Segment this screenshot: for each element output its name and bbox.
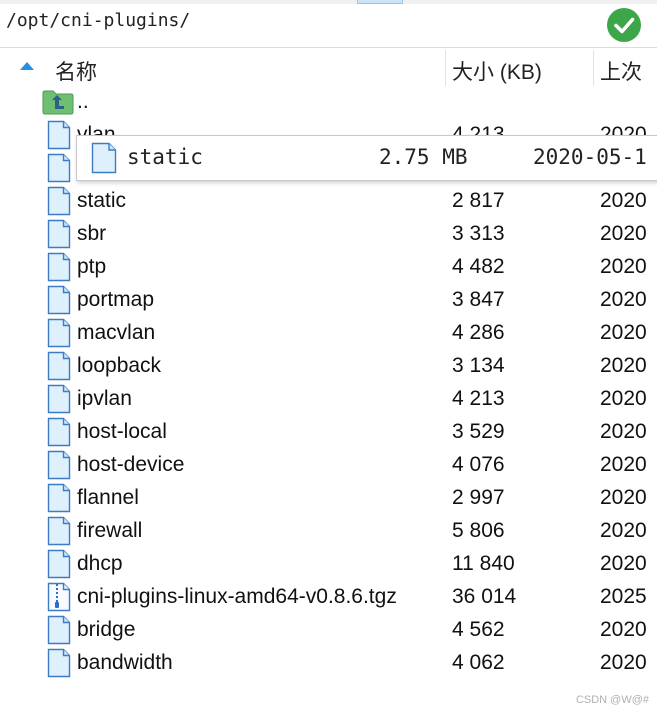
file-date: 2020 <box>600 321 647 344</box>
file-icon <box>47 615 71 645</box>
file-row[interactable]: firewall 5 806 2020 <box>0 515 657 548</box>
file-row[interactable]: sbr 3 313 2020 <box>0 218 657 251</box>
checkmark-icon[interactable] <box>607 8 641 42</box>
file-size: 3 134 <box>452 354 505 377</box>
file-size: 3 529 <box>452 420 505 443</box>
file-size: 2 817 <box>452 189 505 212</box>
file-icon <box>47 120 71 150</box>
file-date: 2020 <box>600 255 647 278</box>
file-name: host-local <box>77 420 167 443</box>
file-row[interactable]: host-local 3 529 2020 <box>0 416 657 449</box>
file-date: 2020 <box>600 189 647 212</box>
file-size: 2 997 <box>452 486 505 509</box>
file-icon <box>47 648 71 678</box>
file-date: 2025 <box>600 585 647 608</box>
file-date: 2020 <box>600 552 647 575</box>
file-name: sbr <box>77 222 107 245</box>
file-icon <box>47 450 71 480</box>
file-size: 4 076 <box>452 453 505 476</box>
file-name: host-device <box>77 453 185 476</box>
file-icon <box>91 142 117 174</box>
file-name: bridge <box>77 618 136 641</box>
file-tooltip: static 2.75 MB 2020-05-1 <box>76 135 657 181</box>
file-icon <box>47 153 71 183</box>
file-date: 2020 <box>600 486 647 509</box>
file-name: loopback <box>77 354 162 377</box>
file-row[interactable]: flannel 2 997 2020 <box>0 482 657 515</box>
column-header-name[interactable]: 名称 <box>55 56 97 86</box>
file-size: 11 840 <box>452 552 515 575</box>
file-name: macvlan <box>77 321 156 344</box>
watermark: CSDN @W@# <box>575 694 649 706</box>
file-icon <box>47 351 71 381</box>
file-size: 3 313 <box>452 222 505 245</box>
file-date: 2020 <box>600 618 647 641</box>
file-size: 4 062 <box>452 651 505 674</box>
file-name: cni-plugins-linux-amd64-v0.8.6.tgz <box>77 585 397 608</box>
file-icon <box>47 384 71 414</box>
column-divider[interactable] <box>445 50 446 86</box>
file-icon <box>47 549 71 579</box>
file-row[interactable]: macvlan 4 286 2020 <box>0 317 657 350</box>
column-header <box>0 48 657 86</box>
file-size: 3 847 <box>452 288 505 311</box>
file-icon <box>47 219 71 249</box>
file-name: portmap <box>77 288 155 311</box>
tooltip-size: 2.75 MB <box>379 145 468 169</box>
file-date: 2020 <box>600 222 647 245</box>
file-date: 2020 <box>600 519 647 542</box>
parent-directory-row[interactable]: .. <box>0 86 657 119</box>
file-icon <box>47 186 71 216</box>
file-name: ptp <box>77 255 107 278</box>
file-name: bandwidth <box>77 651 173 674</box>
file-icon <box>47 483 71 513</box>
parent-directory-label: .. <box>77 90 89 113</box>
file-row[interactable]: ptp 4 482 2020 <box>0 251 657 284</box>
file-icon <box>47 417 71 447</box>
file-row[interactable]: host-device 4 076 2020 <box>0 449 657 482</box>
parent-folder-icon <box>42 89 74 115</box>
file-manager-window: /opt/cni-plugins/ 名称 大小 (KB) 上次 .. vlan4… <box>0 0 657 711</box>
tooltip-date: 2020-05-1 <box>533 145 647 169</box>
file-row[interactable]: dhcp 11 840 2020 <box>0 548 657 581</box>
sort-ascending-icon[interactable] <box>20 62 34 70</box>
column-header-size[interactable]: 大小 (KB) <box>452 56 542 86</box>
file-size: 4 482 <box>452 255 505 278</box>
archive-icon <box>47 582 71 612</box>
path-bar[interactable]: /opt/cni-plugins/ <box>0 4 657 48</box>
file-date: 2020 <box>600 453 647 476</box>
file-icon <box>47 252 71 282</box>
file-date: 2020 <box>600 288 647 311</box>
file-name: ipvlan <box>77 387 132 410</box>
file-icon <box>47 516 71 546</box>
column-divider[interactable] <box>593 50 594 86</box>
file-date: 2020 <box>600 387 647 410</box>
file-name: static <box>77 189 127 212</box>
file-name: flannel <box>77 486 139 509</box>
file-row[interactable]: loopback 3 134 2020 <box>0 350 657 383</box>
file-size: 4 562 <box>452 618 505 641</box>
file-name: dhcp <box>77 552 123 575</box>
tooltip-name: static <box>127 145 203 169</box>
file-date: 2020 <box>600 354 647 377</box>
file-icon <box>47 285 71 315</box>
file-name: firewall <box>77 519 143 542</box>
file-row[interactable]: bandwidth 4 062 2020 <box>0 647 657 680</box>
column-header-date[interactable]: 上次 <box>600 56 657 86</box>
file-icon <box>47 318 71 348</box>
file-row[interactable]: portmap 3 847 2020 <box>0 284 657 317</box>
file-row[interactable]: cni-plugins-linux-amd64-v0.8.6.tgz 36 014… <box>0 581 657 614</box>
file-row[interactable]: ipvlan 4 213 2020 <box>0 383 657 416</box>
file-size: 4 286 <box>452 321 505 344</box>
file-row[interactable]: static 2 817 2020 <box>0 185 657 218</box>
file-size: 5 806 <box>452 519 505 542</box>
file-date: 2020 <box>600 420 647 443</box>
path-text[interactable]: /opt/cni-plugins/ <box>6 10 190 31</box>
file-size: 36 014 <box>452 585 517 608</box>
file-size: 4 213 <box>452 387 505 410</box>
file-row[interactable]: bridge 4 562 2020 <box>0 614 657 647</box>
file-date: 2020 <box>600 651 647 674</box>
